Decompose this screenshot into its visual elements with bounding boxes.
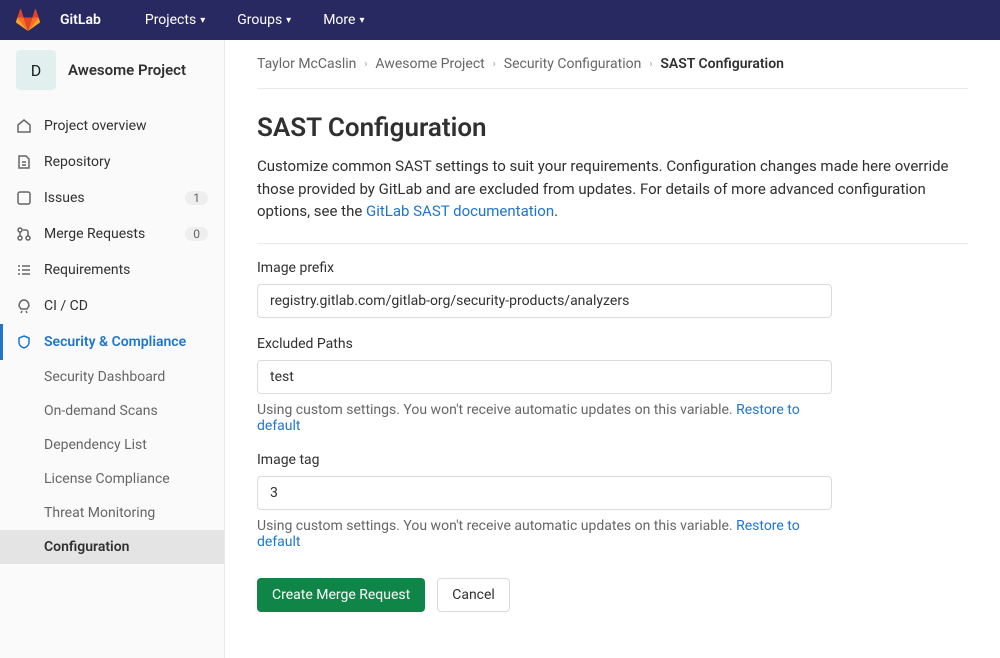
sidebar-label: Repository [44,154,208,170]
chevron-right-icon: › [493,59,496,70]
main-content: Taylor McCaslin › Awesome Project › Secu… [225,40,1000,658]
nav-groups-label: Groups [237,12,282,28]
sidebar-item-issues[interactable]: Issues 1 [0,180,224,216]
page-desc-suffix: . [554,202,558,220]
merge-icon [16,226,32,242]
help-text: Using custom settings. You won't receive… [257,402,736,418]
sidebar-subitem-ondemand[interactable]: On-demand Scans [0,394,224,428]
image-prefix-label: Image prefix [257,260,832,276]
page-desc-text: Customize common SAST settings to suit y… [257,157,949,220]
excluded-paths-help: Using custom settings. You won't receive… [257,402,832,434]
help-text: Using custom settings. You won't receive… [257,518,736,534]
issues-count-badge: 1 [185,191,208,205]
sidebar-items: Project overview Repository Issues 1 [0,100,224,564]
sidebar-label: Project overview [44,118,208,134]
sidebar-label: Issues [44,190,173,206]
sidebar-label: Security & Compliance [44,334,208,350]
sidebar-item-security[interactable]: Security & Compliance [0,324,224,360]
nav-groups[interactable]: Groups ▾ [225,12,303,28]
sast-docs-link[interactable]: GitLab SAST documentation [366,202,554,220]
breadcrumb-page: SAST Configuration [660,56,784,72]
rocket-icon [16,298,32,314]
sidebar-item-merge-requests[interactable]: Merge Requests 0 [0,216,224,252]
page-title: SAST Configuration [257,113,968,143]
sidebar-subitem-threat[interactable]: Threat Monitoring [0,496,224,530]
mr-count-badge: 0 [185,227,208,241]
sidebar-label: Merge Requests [44,226,173,242]
file-icon [16,154,32,170]
breadcrumb-section[interactable]: Security Configuration [504,56,642,72]
sidebar-subitem-dependency[interactable]: Dependency List [0,428,224,462]
chevron-down-icon: ▾ [200,15,205,26]
image-tag-label: Image tag [257,452,832,468]
sidebar-item-cicd[interactable]: CI / CD [0,288,224,324]
chevron-right-icon: › [364,59,367,70]
image-tag-input[interactable] [257,476,832,510]
breadcrumb-project[interactable]: Awesome Project [375,56,484,72]
chevron-down-icon: ▾ [359,15,364,26]
sidebar-subitem-configuration[interactable]: Configuration [0,530,224,564]
nav-more[interactable]: More ▾ [311,12,376,28]
chevron-down-icon: ▾ [286,15,291,26]
image-tag-help: Using custom settings. You won't receive… [257,518,832,550]
excluded-paths-input[interactable] [257,360,832,394]
sidebar-item-repository[interactable]: Repository [0,144,224,180]
gitlab-logo-icon[interactable] [16,8,40,32]
cancel-button[interactable]: Cancel [437,578,510,612]
nav-projects[interactable]: Projects ▾ [133,12,217,28]
sidebar-subitems: Security Dashboard On-demand Scans Depen… [0,360,224,564]
issues-icon [16,190,32,206]
home-icon [16,118,32,134]
sidebar-label: CI / CD [44,298,208,314]
project-header[interactable]: D Awesome Project [0,40,224,100]
brand-name[interactable]: GitLab [60,12,101,28]
nav-projects-label: Projects [145,12,196,28]
project-avatar: D [16,50,56,90]
list-icon [16,262,32,278]
form-group-excluded-paths: Excluded Paths Using custom settings. Yo… [257,336,832,434]
form-group-image-prefix: Image prefix [257,260,832,318]
project-name: Awesome Project [68,61,186,79]
create-mr-button[interactable]: Create Merge Request [257,578,425,612]
form-group-image-tag: Image tag Using custom settings. You won… [257,452,832,550]
sidebar-subitem-dashboard[interactable]: Security Dashboard [0,360,224,394]
shield-icon [16,334,32,350]
sidebar: D Awesome Project Project overview Repos… [0,40,225,658]
excluded-paths-label: Excluded Paths [257,336,832,352]
nav-more-label: More [323,12,355,28]
sidebar-item-requirements[interactable]: Requirements [0,252,224,288]
sidebar-item-overview[interactable]: Project overview [0,108,224,144]
top-nav: GitLab Projects ▾ Groups ▾ More ▾ [0,0,1000,40]
breadcrumb: Taylor McCaslin › Awesome Project › Secu… [257,56,968,89]
sidebar-subitem-license[interactable]: License Compliance [0,462,224,496]
form-actions: Create Merge Request Cancel [257,578,968,612]
breadcrumb-root[interactable]: Taylor McCaslin [257,56,356,72]
chevron-right-icon: › [649,59,652,70]
sidebar-label: Requirements [44,262,208,278]
page-description: Customize common SAST settings to suit y… [257,155,968,244]
image-prefix-input[interactable] [257,284,832,318]
